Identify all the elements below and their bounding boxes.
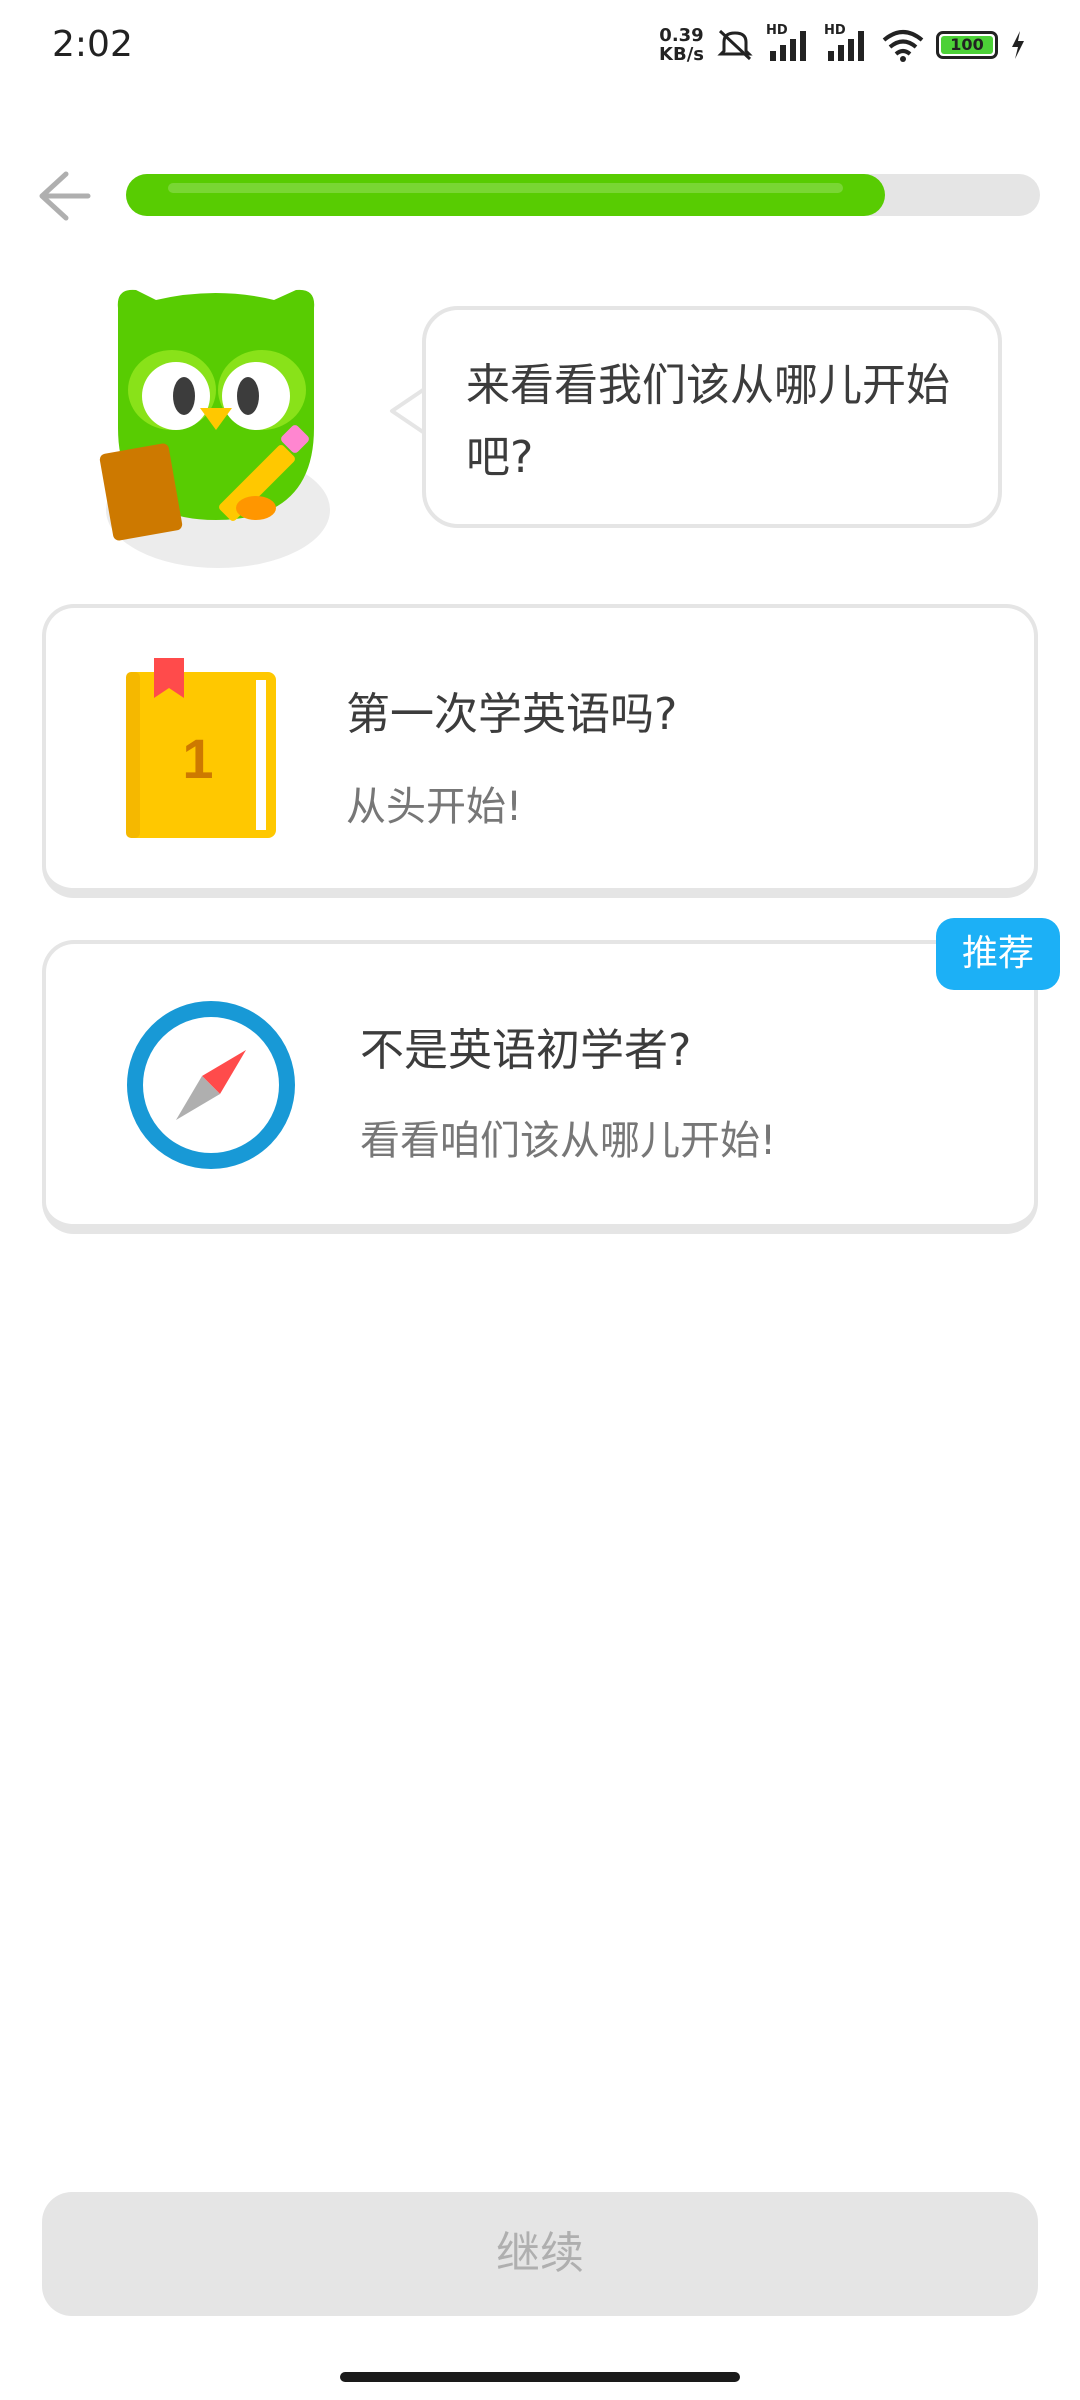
speech-bubble: 来看看我们该从哪儿开始吧? [422, 306, 1002, 528]
signal-group-2: HD [824, 23, 870, 63]
status-icons: 0.39 KB/s HD HD 100 [659, 23, 1026, 64]
option-beginner[interactable]: 1 第一次学英语吗? 从头开始! [42, 604, 1038, 898]
continue-button[interactable]: 继续 [42, 2192, 1038, 2316]
option-placement[interactable]: 不是英语初学者? 看看咱们该从哪儿开始! [42, 940, 1038, 1234]
progress-fill [126, 174, 885, 216]
signal-icon [770, 31, 806, 61]
option-subtitle: 从头开始! [346, 784, 523, 830]
status-bar: 2:02 0.39 KB/s HD HD 100 [0, 0, 1080, 96]
signal-icon [828, 31, 864, 61]
signal-group-1: HD [766, 23, 812, 63]
home-indicator[interactable] [340, 2372, 740, 2382]
wifi-icon [882, 30, 924, 62]
mute-icon [717, 29, 753, 61]
option-title: 不是英语初学者? [360, 1025, 692, 1076]
network-speed-value: 0.39 [659, 25, 704, 46]
battery-value: 100 [950, 35, 984, 54]
owl-mascot [96, 278, 336, 568]
book-number: 1 [182, 727, 213, 790]
recommended-badge: 推荐 [936, 918, 1060, 990]
network-speed-unit: KB/s [659, 44, 704, 65]
option-subtitle: 看看咱们该从哪儿开始! [360, 1118, 777, 1164]
arrow-left-icon [39, 171, 91, 221]
charging-icon [1012, 31, 1024, 59]
book-icon: 1 [126, 658, 276, 838]
option-title: 第一次学英语吗? [346, 689, 678, 740]
status-time: 2:02 [52, 24, 133, 65]
progress-shine [168, 183, 843, 193]
network-speed: 0.39 KB/s [659, 26, 704, 64]
compass-icon [127, 1001, 295, 1169]
back-button[interactable] [34, 166, 94, 226]
battery-icon: 100 [936, 31, 998, 59]
owl-mascot-icon [99, 289, 330, 568]
progress-bar [126, 174, 1040, 216]
speech-text: 来看看我们该从哪儿开始吧? [466, 360, 950, 483]
